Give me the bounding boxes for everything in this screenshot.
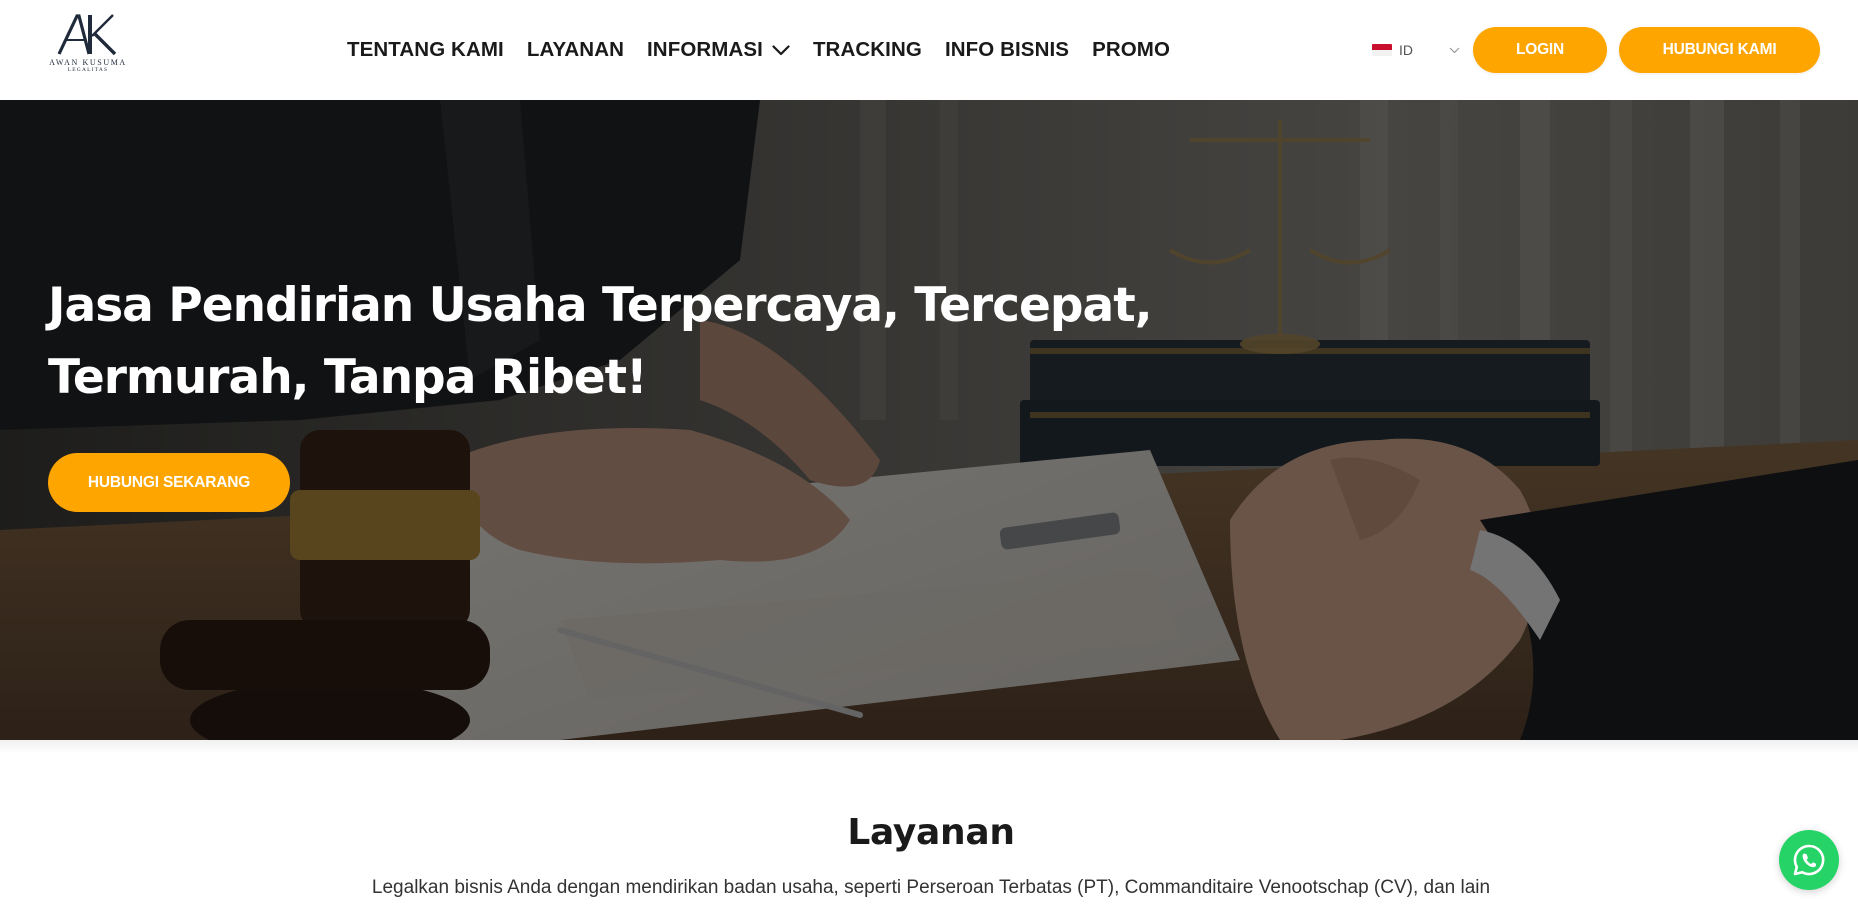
nav-item-layanan[interactable]: LAYANAN [527, 38, 624, 62]
whatsapp-button[interactable] [1779, 830, 1839, 890]
language-code: ID [1399, 42, 1413, 58]
nav-item-tracking[interactable]: TRACKING [813, 38, 922, 62]
chevron-down-icon [772, 44, 790, 56]
hero-title: Jasa Pendirian Usaha Terpercaya, Tercepa… [48, 270, 1248, 414]
brand-name: AWAN KUSUMA [49, 58, 127, 67]
indonesia-flag-icon [1372, 44, 1392, 56]
hero-overlay [0, 100, 1858, 740]
brand-logo[interactable]: AWAN KUSUMA LEGALITAS [38, 12, 138, 88]
logo-monogram-icon [57, 14, 117, 56]
nav-item-label: TRACKING [812, 38, 922, 61]
nav-item-label: INFO BISNIS [944, 38, 1070, 61]
nav-item-tentang-kami[interactable]: TENTANG KAMI [347, 38, 504, 62]
whatsapp-icon [1793, 844, 1825, 876]
nav-item-info-bisnis[interactable]: INFO BISNIS [945, 38, 1069, 62]
login-button[interactable]: LOGIN [1473, 27, 1607, 73]
nav-item-informasi[interactable]: INFORMASI [647, 38, 790, 62]
nav-item-label: INFORMASI [647, 38, 763, 61]
chevron-down-icon [1449, 47, 1460, 54]
main-nav: TENTANG KAMI LAYANAN INFORMASI TRACKING … [347, 0, 1193, 100]
hero-title-line-2: Termurah, Tanpa Ribet! [48, 350, 648, 405]
site-header: AWAN KUSUMA LEGALITAS TENTANG KAMI LAYAN… [0, 0, 1858, 100]
nav-item-label: LAYANAN [526, 38, 624, 61]
hero-title-line-1: Jasa Pendirian Usaha Terpercaya, Tercepa… [48, 278, 1153, 333]
nav-item-label: TENTANG KAMI [347, 38, 504, 61]
hero-bottom-shadow [0, 740, 1858, 754]
contact-now-button[interactable]: HUBUNGI SEKARANG [48, 453, 290, 512]
nav-item-label: PROMO [1092, 38, 1171, 61]
hero-banner: Jasa Pendirian Usaha Terpercaya, Tercepa… [0, 100, 1858, 740]
services-description: Legalkan bisnis Anda dengan mendirikan b… [371, 877, 1491, 898]
brand-tagline: LEGALITAS [67, 67, 109, 73]
services-title: Layanan [847, 812, 1015, 853]
nav-item-promo[interactable]: PROMO [1092, 38, 1170, 62]
language-selector[interactable]: ID [1372, 38, 1460, 62]
contact-us-button[interactable]: HUBUNGI KAMI [1619, 27, 1820, 73]
